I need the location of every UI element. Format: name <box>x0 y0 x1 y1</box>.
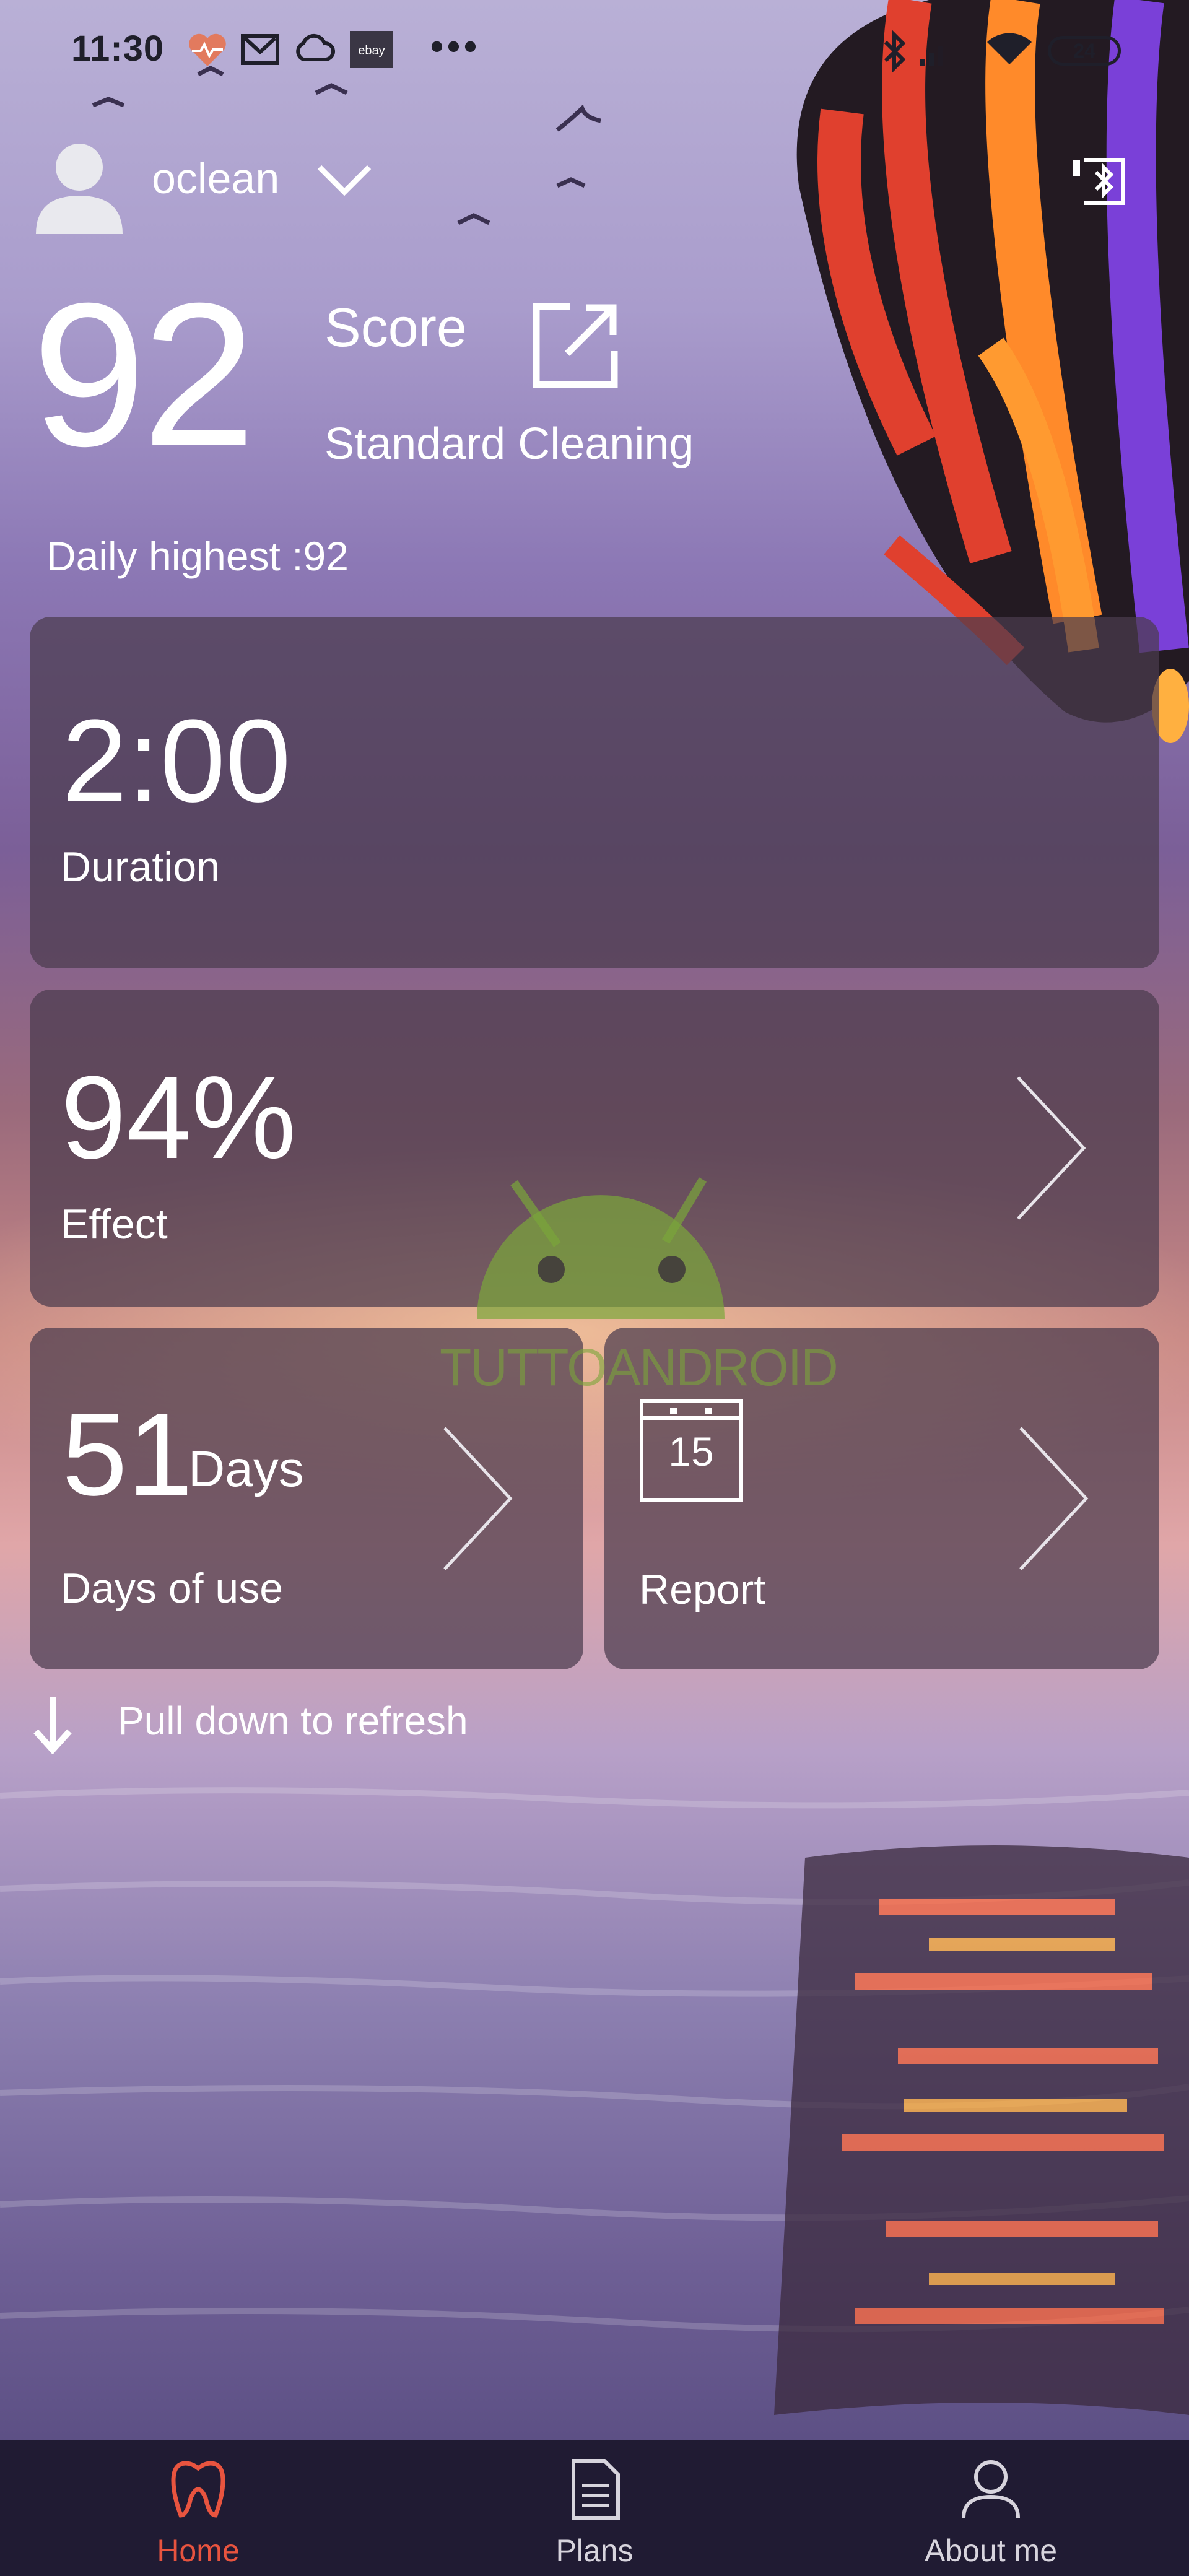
duration-label: Duration <box>61 843 220 890</box>
cleaning-mode-label[interactable]: Standard Cleaning <box>324 419 694 469</box>
report-label: Report <box>639 1566 766 1613</box>
heart-rate-icon <box>189 33 226 66</box>
nav-home[interactable]: Home <box>0 2440 396 2576</box>
calendar-day: 15 <box>668 1429 714 1474</box>
bluetooth-device-icon[interactable] <box>1070 156 1127 207</box>
effect-value: 94% <box>61 1052 297 1183</box>
tooth-icon <box>171 2461 225 2518</box>
signal-icon <box>920 46 943 66</box>
nav-about-me[interactable]: About me <box>793 2440 1189 2576</box>
svg-text:ebay: ebay <box>358 44 385 58</box>
ebay-app-icon: ebay <box>350 31 393 68</box>
document-icon <box>572 2459 620 2520</box>
score-value: 92 <box>32 260 256 489</box>
nav-plans[interactable]: Plans <box>396 2440 793 2576</box>
days-value: 51 <box>62 1389 193 1520</box>
chevron-right-icon <box>1019 1427 1089 1570</box>
nav-plans-label: Plans <box>555 2533 634 2568</box>
days-unit: Days <box>188 1441 304 1497</box>
cloud-icon <box>296 33 335 61</box>
nav-home-label: Home <box>157 2533 240 2568</box>
score-label: Score <box>324 297 467 358</box>
wifi-icon <box>987 33 1032 64</box>
watermark-text: TUTTOANDROID <box>440 1338 838 1396</box>
duration-card: 2:00 Duration <box>30 617 1159 968</box>
bottom-navigation: Home Plans About me <box>0 2440 1189 2576</box>
chevron-down-icon[interactable] <box>316 162 373 197</box>
duration-value: 2:00 <box>62 695 291 827</box>
status-bar: 11:30 ebay ••• 24 <box>0 0 1189 105</box>
more-notifications-icon: ••• <box>430 25 481 67</box>
nav-about-me-label: About me <box>924 2533 1057 2568</box>
pull-to-refresh-hint: Pull down to refresh <box>118 1699 468 1743</box>
chevron-right-icon <box>443 1427 513 1570</box>
battery-indicator: 24 <box>1048 36 1121 66</box>
username-label[interactable]: oclean <box>152 154 279 203</box>
effect-label: Effect <box>61 1201 168 1248</box>
chevron-right-icon <box>1017 1076 1086 1220</box>
share-icon[interactable] <box>530 300 621 391</box>
daily-highest-label: Daily highest :92 <box>46 533 349 579</box>
days-of-use-label: Days of use <box>61 1565 284 1612</box>
arrow-down-icon <box>33 1697 72 1754</box>
bluetooth-status-icon <box>884 30 906 73</box>
mail-icon <box>241 34 279 65</box>
person-icon <box>962 2460 1020 2518</box>
avatar[interactable] <box>36 141 123 234</box>
status-time: 11:30 <box>71 28 165 69</box>
